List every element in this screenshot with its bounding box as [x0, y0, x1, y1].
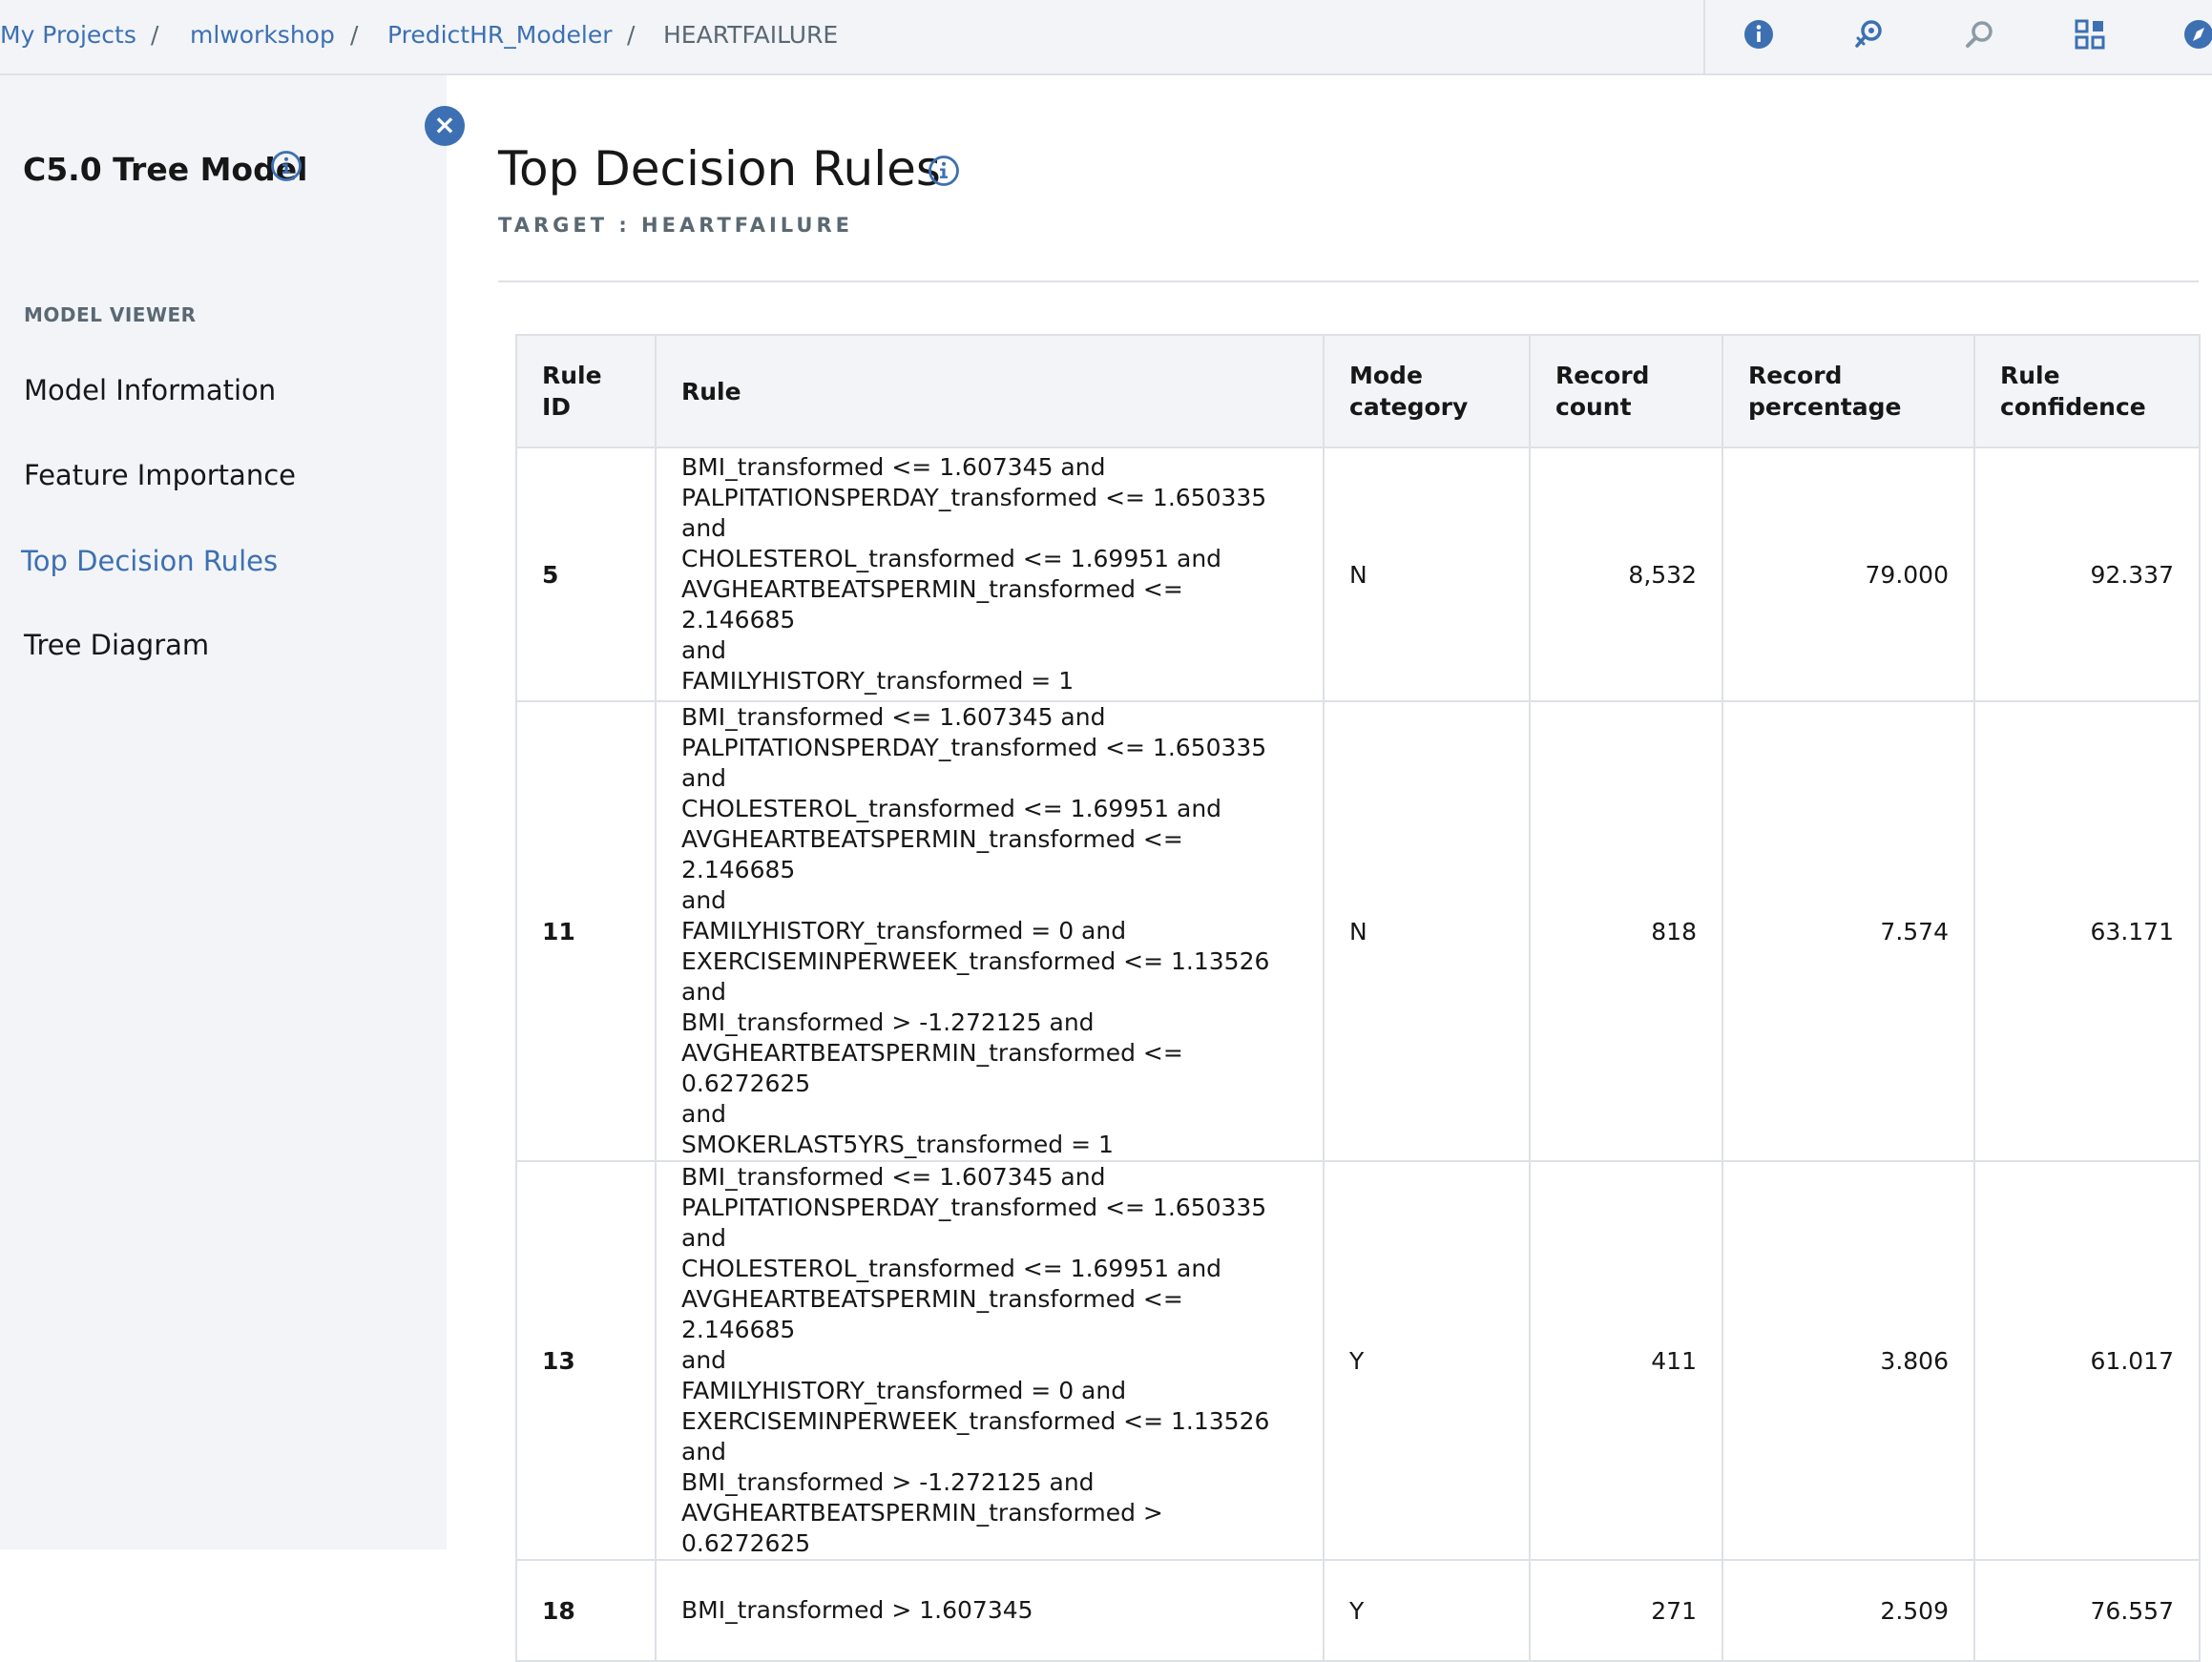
sidebar-item-feature-importance[interactable]: Feature Importance [24, 459, 296, 491]
record-percentage-cell: 2.509 [1722, 1559, 1975, 1662]
table-row[interactable]: 11 BMI_transformed <= 1.607345 and PALPI… [515, 700, 2201, 1162]
close-sidebar-button[interactable]: × [425, 106, 465, 146]
model-title: C5.0 Tree Model [23, 151, 308, 188]
rule-cell: BMI_transformed > 1.607345 [655, 1559, 1325, 1662]
sidebar-item-tree-diagram[interactable]: Tree Diagram [24, 629, 209, 661]
column-header-record-count-label: Record count [1555, 362, 1650, 421]
rule-id-cell: 13 [515, 1160, 657, 1561]
record-percentage-cell: 79.000 [1722, 447, 1975, 702]
breadcrumb-heartfailure: HEARTFAILURE [663, 21, 839, 49]
breadcrumb-separator: / [350, 21, 359, 49]
sidebar [0, 75, 447, 1549]
decision-rules-table: Rule ID Rule Mode category Record count … [515, 334, 2201, 1662]
sidebar-item-model-information[interactable]: Model Information [24, 374, 276, 406]
sidebar-item-top-decision-rules[interactable]: Top Decision Rules [21, 545, 278, 577]
table-row[interactable]: 13 BMI_transformed <= 1.607345 and PALPI… [515, 1160, 2201, 1561]
toolbar-divider [1703, 0, 1705, 75]
record-count-cell: 271 [1529, 1559, 1723, 1662]
mode-category-cell: N [1323, 700, 1531, 1162]
record-count-cell: 8,532 [1529, 447, 1723, 702]
deploy-icon[interactable] [1850, 15, 1889, 53]
rule-cell: BMI_transformed <= 1.607345 and PALPITAT… [655, 447, 1325, 702]
compass-icon[interactable] [2180, 15, 2212, 53]
column-header-rule-confidence[interactable]: Rule confidence [1973, 334, 2201, 448]
column-header-rule-id[interactable]: Rule ID [515, 334, 657, 448]
record-count-cell: 818 [1529, 700, 1723, 1162]
page-info-icon[interactable] [927, 154, 961, 188]
record-percentage-cell: 3.806 [1722, 1160, 1975, 1561]
model-viewer-section-label: MODEL VIEWER [24, 303, 197, 326]
breadcrumb-mlworkshop[interactable]: mlworkshop [190, 21, 335, 49]
column-header-mode-category-label: Mode category [1349, 362, 1469, 421]
rule-id-cell: 18 [515, 1559, 657, 1662]
divider [498, 280, 2199, 282]
breadcrumb-separator: / [151, 21, 159, 49]
page-title: Top Decision Rules [498, 141, 941, 197]
record-count-cell: 411 [1529, 1160, 1723, 1561]
mode-category-cell: N [1323, 447, 1531, 702]
table-row[interactable]: 18 BMI_transformed > 1.607345 Y 271 2.50… [515, 1559, 2201, 1662]
table-header-row: Rule ID Rule Mode category Record count … [515, 334, 2201, 448]
search-icon[interactable] [1961, 15, 1999, 53]
rule-confidence-cell: 92.337 [1973, 447, 2201, 702]
rule-confidence-cell: 61.017 [1973, 1160, 2201, 1561]
column-header-record-percentage-label: Record percentage [1748, 362, 1902, 421]
column-header-rule-confidence-label: Rule confidence [2000, 362, 2146, 421]
top-bar: My Projects / mlworkshop / PredictHR_Mod… [0, 0, 2212, 75]
column-header-record-count[interactable]: Record count [1529, 334, 1723, 448]
rule-confidence-cell: 76.557 [1973, 1559, 2201, 1662]
rule-cell: BMI_transformed <= 1.607345 and PALPITAT… [655, 1160, 1325, 1561]
column-header-rule[interactable]: Rule [655, 334, 1325, 448]
column-header-mode-category[interactable]: Mode category [1323, 334, 1531, 448]
rule-id-cell: 5 [515, 447, 657, 702]
table-row[interactable]: 5 BMI_transformed <= 1.607345 and PALPIT… [515, 447, 2201, 702]
mode-category-cell: Y [1323, 1559, 1531, 1662]
target-subtitle: TARGET : HEARTFAILURE [498, 214, 853, 237]
breadcrumb-predicthr-modeler[interactable]: PredictHR_Modeler [387, 21, 613, 49]
rule-confidence-cell: 63.171 [1973, 700, 2201, 1162]
mode-category-cell: Y [1323, 1160, 1531, 1561]
rule-id-cell: 11 [515, 700, 657, 1162]
breadcrumb-my-projects[interactable]: My Projects [0, 21, 136, 49]
model-info-icon[interactable] [269, 149, 303, 183]
rule-cell: BMI_transformed <= 1.607345 and PALPITAT… [655, 700, 1325, 1162]
column-header-record-percentage[interactable]: Record percentage [1722, 334, 1975, 448]
info-icon[interactable] [1740, 15, 1778, 53]
record-percentage-cell: 7.574 [1722, 700, 1975, 1162]
grid-icon[interactable] [2071, 15, 2109, 53]
breadcrumb-separator: / [627, 21, 636, 49]
